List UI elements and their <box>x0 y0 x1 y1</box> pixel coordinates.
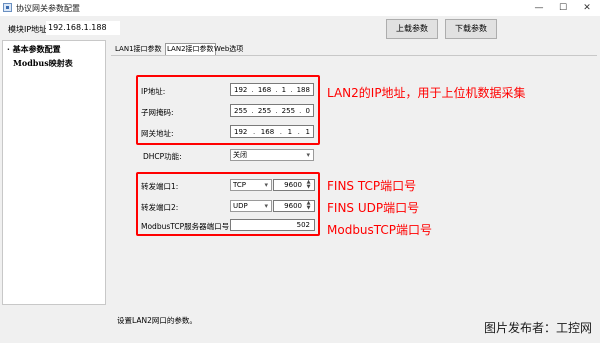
lan2-ip-annotation: LAN2的IP地址，用于上位机数据采集 <box>327 86 526 100</box>
fins-udp-annotation: FINS UDP端口号 <box>327 201 420 215</box>
module-ip-label: 模块IP地址 <box>8 25 48 34</box>
tree-item-bullet: · <box>7 44 10 54</box>
status-bar: 设置LAN2网口的参数。 图片发布者：工控网 <box>0 305 600 343</box>
config-tree: · 基本参数配置 Modbus映射表 <box>2 40 106 305</box>
maximize-button[interactable]: ☐ <box>552 0 574 16</box>
upload-params-button[interactable]: 上载参数 <box>386 19 438 39</box>
dhcp-select[interactable]: 关闭 ▾ <box>230 149 314 161</box>
tree-item-label: Modbus映射表 <box>13 58 73 68</box>
fins-tcp-annotation: FINS TCP端口号 <box>327 179 417 193</box>
title-bar: 协议网关参数配置 — ☐ ✕ <box>0 0 600 16</box>
dhcp-value: 关闭 <box>233 151 247 159</box>
tab-lan1[interactable]: LAN1接口参数 <box>114 43 163 55</box>
tree-item-basic-params[interactable]: · 基本参数配置 <box>7 44 61 55</box>
tree-item-label: 基本参数配置 <box>12 44 61 54</box>
lan2-ip-highlight-box <box>136 75 320 145</box>
tab-lan2[interactable]: LAN2接口参数 <box>165 43 216 55</box>
module-ip-input[interactable]: 192.168.1.188 <box>46 21 120 35</box>
watermark-text: 图片发布者：工控网 <box>483 321 592 335</box>
ports-highlight-box <box>136 172 320 236</box>
toolbar: 模块IP地址 192.168.1.188 <box>0 16 600 40</box>
status-text: 设置LAN2网口的参数。 <box>117 316 197 325</box>
close-button[interactable]: ✕ <box>576 0 598 16</box>
tree-item-modbus-map[interactable]: Modbus映射表 <box>13 58 73 69</box>
minimize-button[interactable]: — <box>528 0 550 16</box>
chevron-down-icon: ▾ <box>306 151 310 159</box>
modbus-tcp-annotation: ModbusTCP端口号 <box>327 223 433 237</box>
download-params-button[interactable]: 下载参数 <box>445 19 497 39</box>
tab-web[interactable]: Web选项 <box>213 43 244 55</box>
window-title: 协议网关参数配置 <box>16 4 80 13</box>
dhcp-label: DHCP功能: <box>143 152 182 161</box>
app-icon <box>3 3 12 12</box>
